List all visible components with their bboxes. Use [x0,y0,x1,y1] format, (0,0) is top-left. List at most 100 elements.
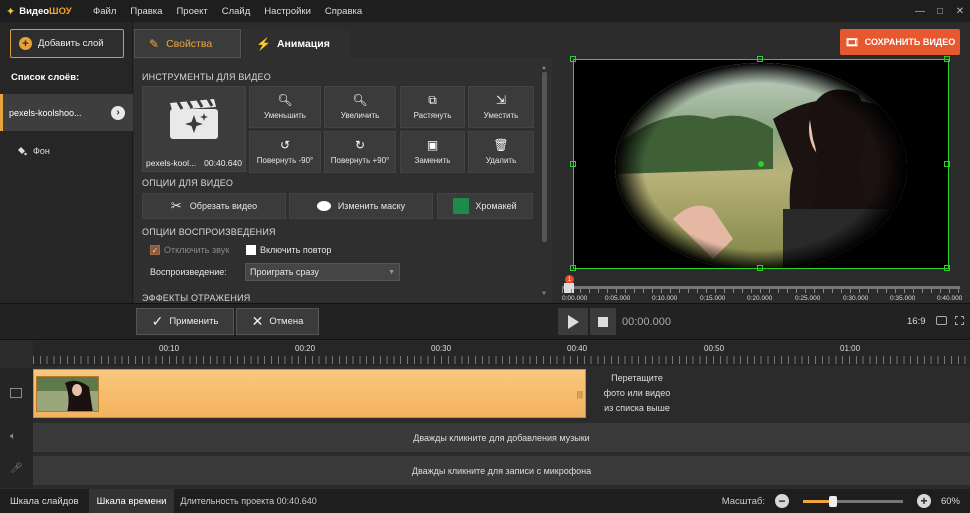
scroll-up-icon[interactable]: ▲ [541,65,547,71]
zoom-out-label: Уменьшить [264,111,306,120]
minimize-button[interactable]: — [910,6,930,17]
fit-button[interactable]: ⇲ Уместить [468,86,534,128]
app-logo: ✦ ВидеоШОУ [0,5,86,18]
plus-icon: + [19,37,32,50]
zoom-control: Масштаб: − + 60% [722,494,970,508]
zoom-in-button[interactable]: + [916,494,931,508]
menu-edit[interactable]: Правка [123,6,169,17]
drop-hint: Перетащите фото или видео из списка выше [596,371,678,416]
playback-timecode: 00:00.000 [622,316,671,328]
video-clip[interactable]: ||| [33,369,586,418]
change-mask-button[interactable]: Изменить маску [289,193,433,219]
apply-button[interactable]: ✓ Применить [136,308,234,335]
rotate-right-button[interactable]: ↻ Повернуть +90° [324,131,396,173]
properties-scrollbar[interactable] [542,72,547,242]
seek-ticks [562,289,960,293]
clapperboard-icon [170,98,218,139]
running-figure-icon: ⚡ [256,36,271,51]
zoom-out-icon: 🔍︎ [277,93,293,107]
menu-project[interactable]: Проект [169,6,214,17]
track-icons-column: 🔈︎ 🎤︎ [0,368,33,488]
menu-settings[interactable]: Настройки [257,6,318,17]
mute-label: Отключить звук [164,245,230,255]
project-duration: Длительность проекта 00:40.640 [180,496,317,506]
zoom-out-button[interactable]: − [774,494,789,508]
fit-label: Уместить [483,111,519,120]
play-button[interactable] [558,308,588,335]
zoom-in-button[interactable]: 🔍︎ Увеличить [324,86,396,128]
zoom-slider-thumb[interactable] [828,495,837,507]
resize-handle[interactable] [944,265,950,271]
rotate-left-label: Повернуть -90° [256,156,314,165]
scroll-down-icon[interactable]: ▼ [541,291,547,297]
playback-label: Воспроизведение: [150,267,227,277]
resize-handle[interactable] [570,56,576,62]
stop-icon [598,316,608,327]
resize-handle[interactable] [944,161,950,167]
tab-animation[interactable]: ⚡ Анимация [242,29,350,58]
fullscreen-icon[interactable] [955,316,964,325]
ruler-label: 00:40 [567,344,588,353]
resize-handle[interactable] [570,265,576,271]
chroma-color-swatch [453,198,470,214]
aspect-ratio[interactable]: 16:9 [907,316,926,327]
tab-time-scale[interactable]: Шкала времени [88,489,175,513]
add-layer-button[interactable]: + Добавить слой [10,29,124,58]
tick-label: 0:05.000 [605,295,631,302]
close-icon: ✕ [251,313,264,329]
cancel-button[interactable]: ✕ Отмена [236,308,319,335]
video-options-title: ОПЦИИ ДЛЯ ВИДЕО [142,178,234,188]
ruler-label: 00:20 [295,344,316,353]
drag-handle-icon[interactable]: ||| [577,390,583,399]
resize-handle[interactable] [944,56,950,62]
mute-checkbox[interactable]: ✓ Отключить звук [150,245,229,255]
menu-slide[interactable]: Слайд [215,6,258,17]
layer-item-background[interactable]: Фон [0,132,133,169]
menu-file[interactable]: Файл [86,6,123,17]
resize-handle[interactable] [757,265,763,271]
camera-icon[interactable] [936,316,947,325]
drop-hint-line: Перетащите [611,373,663,383]
save-video-button[interactable]: 🎞︎ СОХРАНИТЬ ВИДЕО [840,29,960,55]
tick-label: 0:25.000 [795,295,821,302]
stretch-button[interactable]: ⧉ Растянуть [400,86,465,128]
layer-item-video[interactable]: pexels-koolshoo... › [0,94,133,131]
chroma-key-button[interactable]: Хромакей [437,193,533,219]
mic-track-hint: Дважды кликните для записи с микрофона [411,465,592,476]
mask-label: Изменить маску [337,201,406,211]
drop-hint-line: фото или видео [603,388,671,398]
resize-handle[interactable] [570,161,576,167]
magic-wand-icon: ✦ [6,5,16,18]
playback-select[interactable]: Проиграть сразу ▼ [245,263,400,281]
stop-button[interactable] [590,308,616,335]
tick-label: 0:15.000 [700,295,726,302]
tick-label: 0:20.000 [747,295,773,302]
delete-button[interactable]: 🗑︎ Удалить [468,131,534,173]
maximize-button[interactable]: □ [930,6,950,17]
video-preview[interactable] [573,59,949,269]
zoom-out-button[interactable]: 🔍︎ Уменьшить [249,86,321,128]
tab-properties[interactable]: ✎ Свойства [134,29,241,58]
close-button[interactable]: ✕ [950,6,970,17]
loop-checkbox[interactable]: Включить повтор [246,245,331,255]
trim-video-button[interactable]: ✂ Обрезать видео [142,193,286,219]
zoom-slider[interactable] [802,495,903,507]
thumbnail-filename: pexels-kool... [146,158,197,168]
rotate-left-button[interactable]: ↺ Повернуть -90° [249,131,321,173]
arrow-right-icon[interactable]: › [111,105,125,120]
resize-handle[interactable] [757,56,763,62]
cancel-label: Отмена [269,316,304,327]
stretch-label: Растянуть [413,111,452,120]
replace-button[interactable]: ▣ Заменить [400,131,465,173]
microphone-track[interactable]: Дважды кликните для записи с микрофона [33,456,970,485]
replace-icon: ▣ [426,138,439,152]
video-track-icon [10,388,22,398]
menu-help[interactable]: Справка [318,6,369,17]
tick-label: 0:35.000 [890,295,916,302]
microphone-icon: 🎤︎ [10,463,23,474]
playback-select-value: Проиграть сразу [250,267,319,277]
app-name-part1: Видео [19,5,50,17]
music-track[interactable]: Дважды кликните для добавления музыки [33,423,970,452]
checkmark-icon: ✓ [151,313,164,329]
tab-slide-scale[interactable]: Шкала слайдов [0,489,89,513]
